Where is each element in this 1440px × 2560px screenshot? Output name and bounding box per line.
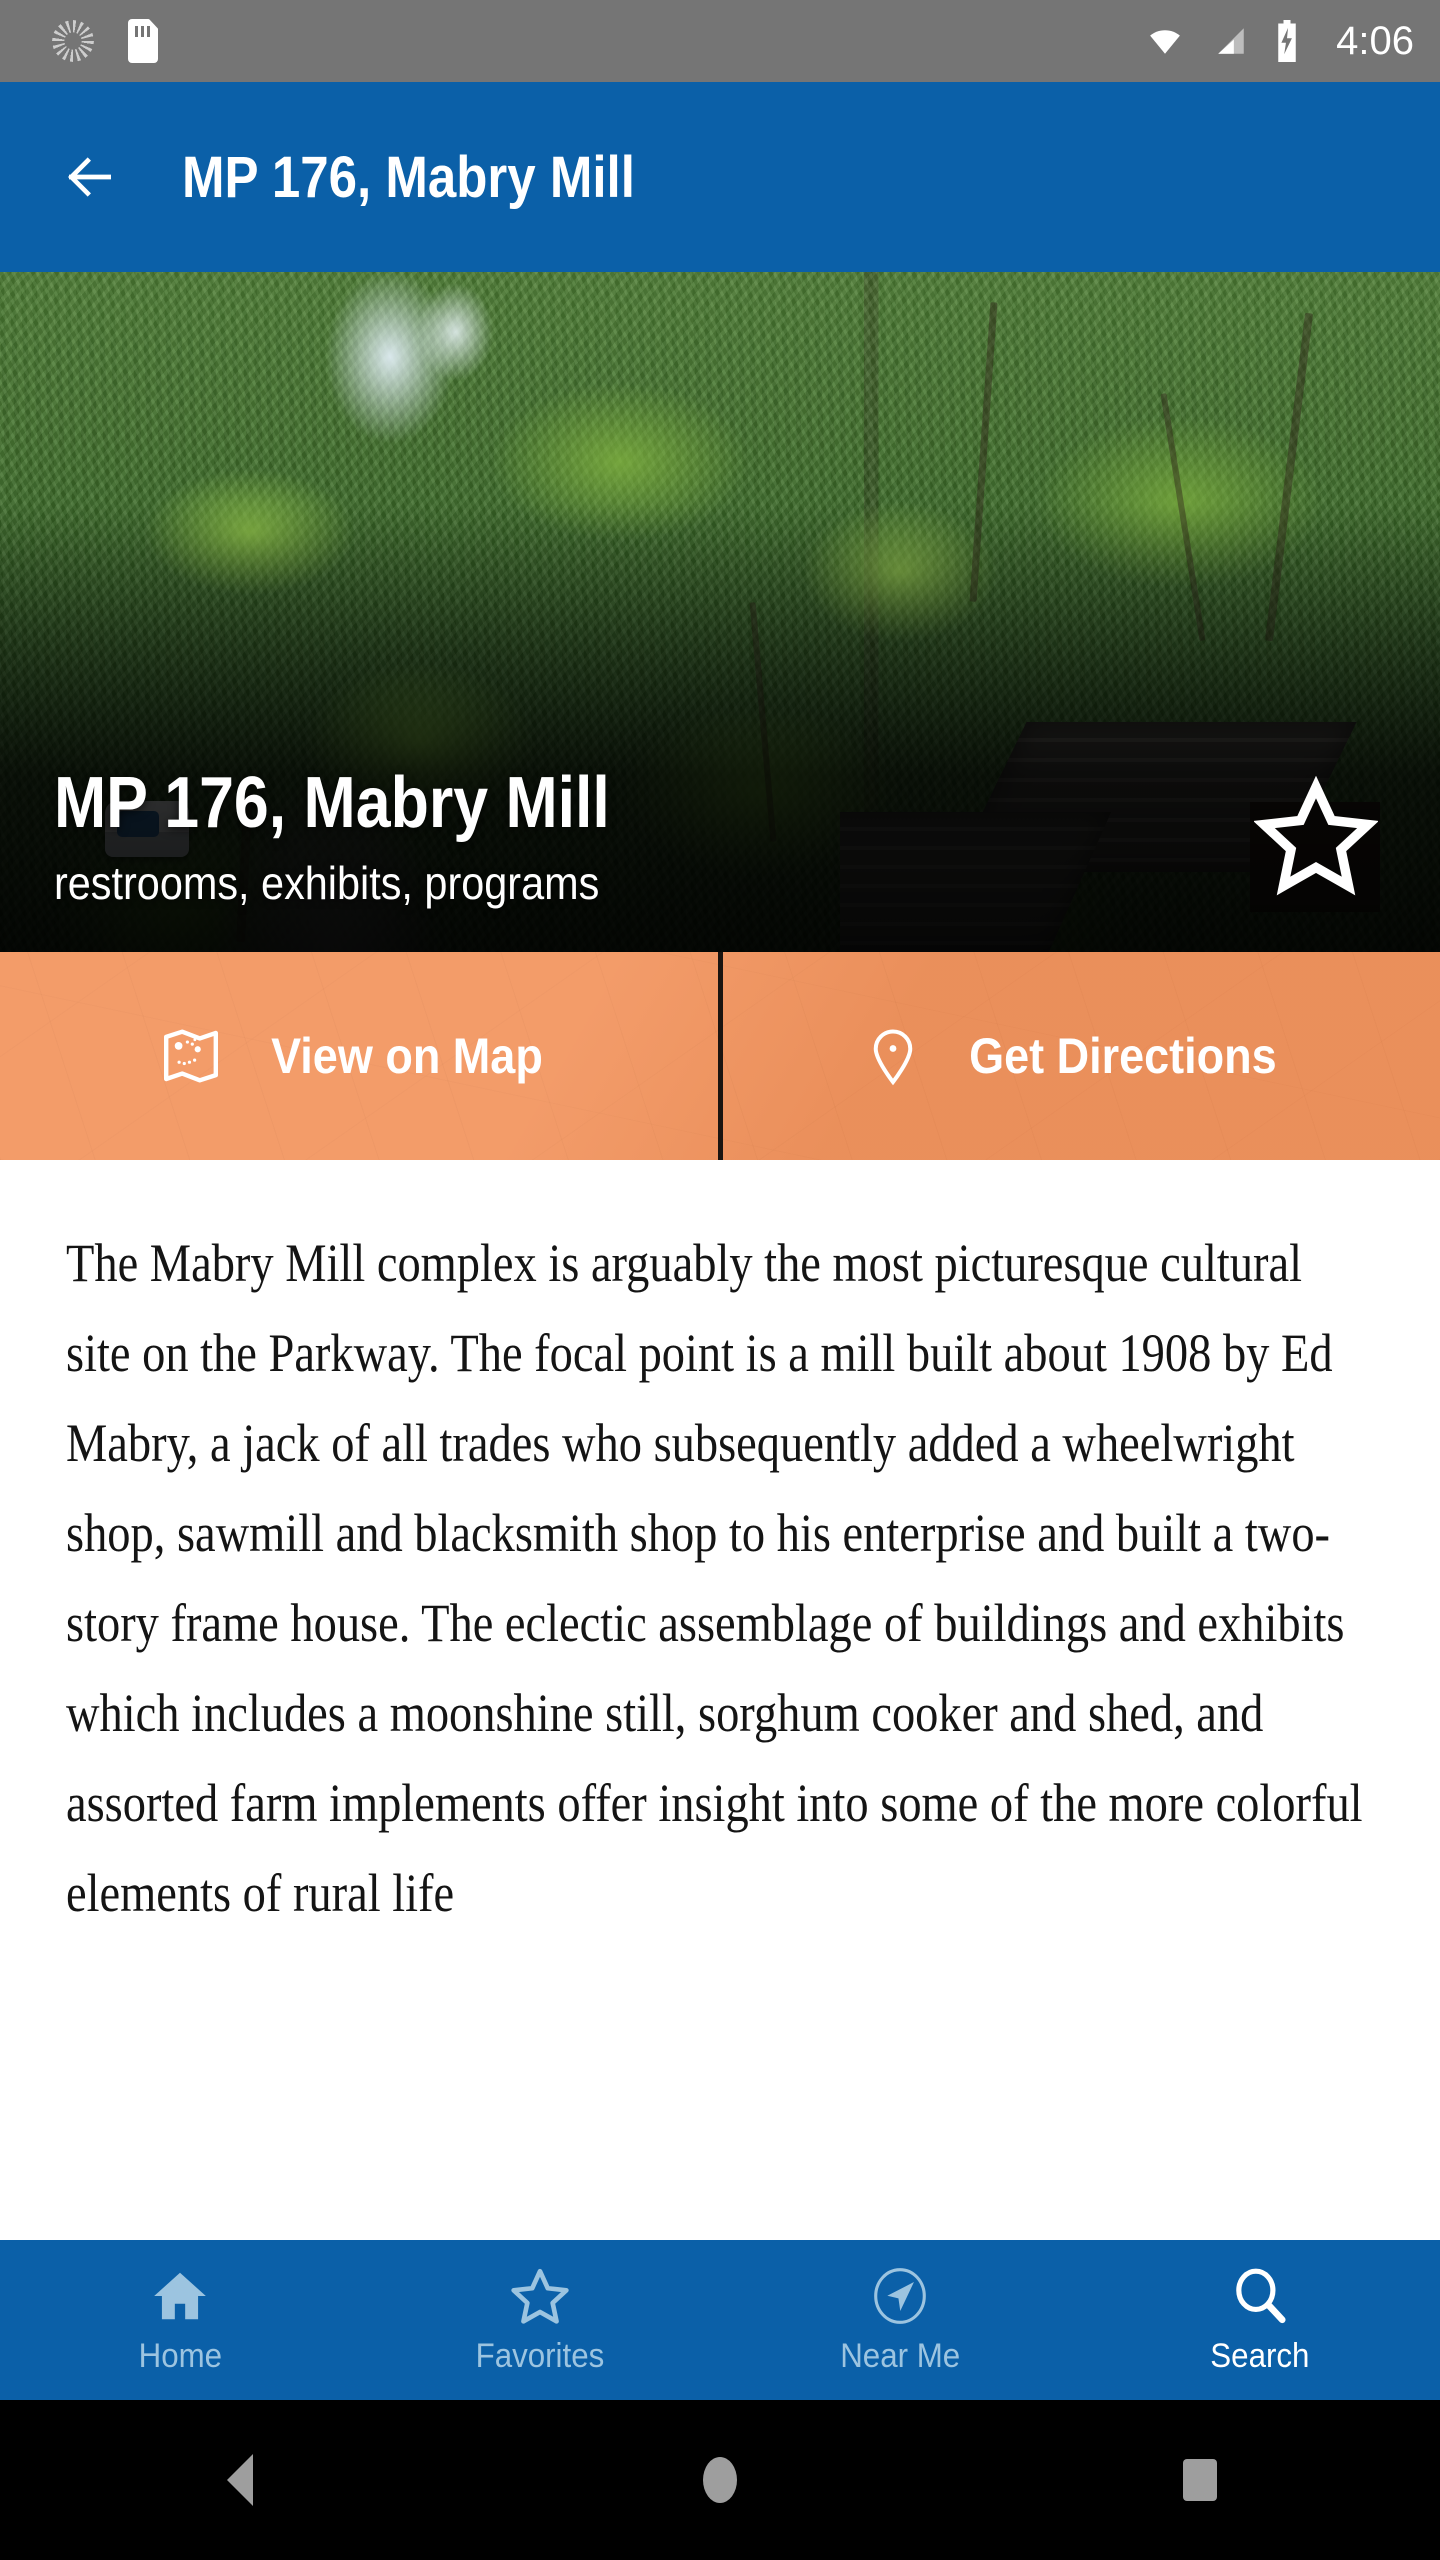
status-bar-right-icons: 4:06	[1142, 19, 1414, 64]
android-back-icon	[227, 2454, 253, 2506]
description-paragraph: The Mabry Mill complex is arguably the m…	[66, 1233, 1363, 1923]
app-screen: 4:06 MP 176, Mabry Mill MP 176, Mabry Mi…	[0, 0, 1440, 2560]
back-arrow-icon[interactable]	[62, 149, 118, 205]
hero-title: MP 176, Mabry Mill	[54, 763, 610, 844]
hero-banner: MP 176, Mabry Mill restrooms, exhibits, …	[0, 272, 1440, 952]
android-system-nav	[0, 2400, 1440, 2560]
nav-label-near-me: Near Me	[840, 2336, 960, 2375]
bottom-navigation-bar: Home Favorites Near Me Search	[0, 2240, 1440, 2400]
nav-item-home[interactable]: Home	[0, 2240, 360, 2400]
home-icon	[154, 2272, 206, 2319]
map-pin-icon	[874, 1029, 913, 1086]
favorite-star-icon[interactable]	[1254, 776, 1378, 896]
status-bar-left-icons	[52, 19, 158, 63]
view-on-map-label: View on Map	[270, 1028, 543, 1084]
wifi-icon	[1150, 30, 1181, 54]
nav-label-search: Search	[1210, 2336, 1310, 2375]
hero-text-block: MP 176, Mabry Mill restrooms, exhibits, …	[54, 766, 693, 910]
get-directions-button[interactable]: Get Directions	[717, 952, 1440, 1160]
compass-icon	[874, 2267, 926, 2324]
action-bar: View on Map Get Directions	[0, 952, 1440, 1164]
view-on-map-button[interactable]: View on Map	[0, 952, 718, 1160]
nav-label-home: Home	[138, 2336, 222, 2375]
battery-charging-icon	[1278, 20, 1296, 62]
page-title: MP 176, Mabry Mill	[182, 144, 635, 210]
status-bar: 4:06	[0, 0, 1440, 82]
nav-item-favorites[interactable]: Favorites	[360, 2240, 720, 2400]
app-bar: MP 176, Mabry Mill	[0, 82, 1440, 272]
spinner-icon	[52, 20, 94, 62]
signal-icon	[1218, 28, 1244, 54]
android-home-icon	[703, 2457, 737, 2503]
android-back-button[interactable]	[180, 2440, 300, 2520]
sd-card-icon	[128, 19, 158, 63]
get-directions-label: Get Directions	[969, 1028, 1278, 1084]
nav-label-favorites: Favorites	[475, 2336, 605, 2375]
content-area[interactable]: The Mabry Mill complex is arguably the m…	[0, 1160, 1440, 2204]
android-recents-button[interactable]	[1140, 2440, 1260, 2520]
map-icon	[163, 1029, 218, 1083]
nav-item-near-me[interactable]: Near Me	[720, 2240, 1080, 2400]
status-bar-clock: 4:06	[1336, 18, 1414, 63]
hero-subtitle: restrooms, exhibits, programs	[54, 857, 600, 909]
nav-item-search[interactable]: Search	[1080, 2240, 1440, 2400]
star-outline-icon	[511, 2268, 569, 2324]
android-recents-icon	[1183, 2459, 1217, 2501]
search-icon	[1236, 2268, 1286, 2323]
android-home-button[interactable]	[660, 2440, 780, 2520]
